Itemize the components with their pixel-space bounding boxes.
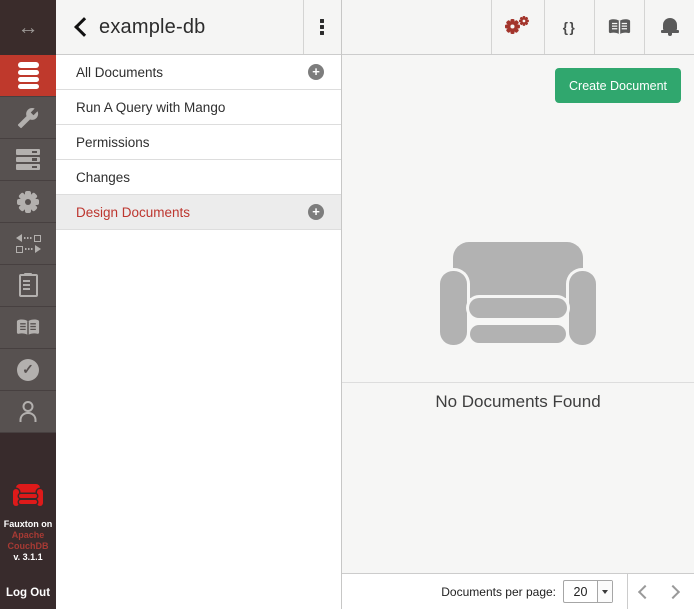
open-book-icon	[608, 18, 631, 36]
empty-state-divider	[342, 382, 694, 383]
database-options-menu-button[interactable]	[303, 0, 341, 54]
gears-icon	[505, 15, 532, 39]
couchdb-logo-icon	[13, 484, 43, 507]
sidebar-resize-toggle[interactable]: ↔	[0, 0, 56, 55]
primary-nav-strip: ↔ ✓	[0, 0, 56, 609]
nav-item-documentation[interactable]	[0, 307, 56, 349]
brand-version: v. 3.1.1	[0, 552, 56, 563]
nav-item-databases[interactable]	[0, 55, 56, 97]
per-page-label: Documents per page:	[441, 585, 556, 599]
add-design-document-button[interactable]: +	[308, 204, 324, 220]
open-book-icon	[16, 318, 40, 337]
braces-icon: {}	[563, 20, 577, 35]
nav-item-replication[interactable]	[0, 223, 56, 265]
nav-item-setup[interactable]	[0, 97, 56, 139]
json-button[interactable]: {}	[544, 0, 594, 54]
per-page-value: 20	[564, 581, 597, 602]
nav-item-configuration[interactable]	[0, 181, 56, 223]
database-sidebar: All Documents + Run A Query with Mango P…	[56, 55, 341, 609]
add-document-button[interactable]: +	[308, 64, 324, 80]
replication-icon	[16, 234, 41, 253]
sidebar-item-label: Changes	[76, 170, 130, 185]
sidebar-item-label: All Documents	[76, 65, 163, 80]
sidebar-item-label: Permissions	[76, 135, 150, 150]
logout-button[interactable]: Log Out	[0, 587, 56, 599]
sidebar-item-mango-query[interactable]: Run A Query with Mango	[56, 90, 341, 125]
brand-link-apache[interactable]: Apache	[0, 530, 56, 541]
wrench-icon	[17, 107, 39, 129]
task-list-icon	[16, 149, 40, 170]
nav-item-active-tasks[interactable]	[0, 139, 56, 181]
sidebar-item-all-documents[interactable]: All Documents +	[56, 55, 341, 90]
sidebar-item-design-documents[interactable]: Design Documents +	[56, 195, 341, 230]
gear-icon	[17, 191, 39, 213]
chevron-left-icon	[638, 584, 652, 598]
api-gears-button[interactable]	[491, 0, 544, 54]
notifications-button[interactable]	[644, 0, 694, 54]
documentation-button[interactable]	[594, 0, 644, 54]
previous-page-button[interactable]	[628, 574, 659, 610]
pagination-footer: Documents per page: 20	[342, 573, 694, 609]
documents-panel: Create Document No Documents Found Docum…	[342, 55, 694, 609]
database-icon	[18, 62, 39, 89]
clipboard-icon	[19, 274, 38, 297]
sidebar-item-label: Run A Query with Mango	[76, 100, 225, 115]
bell-icon	[661, 17, 679, 37]
page-title: example-db	[99, 0, 206, 54]
person-icon	[18, 401, 38, 422]
brand-prefix: Fauxton on	[0, 519, 56, 530]
per-page-select[interactable]: 20	[563, 580, 613, 603]
empty-state-message: No Documents Found	[342, 392, 694, 412]
brand-block: Fauxton on Apache CouchDB v. 3.1.1 Log O…	[0, 484, 56, 609]
top-header: example-db {}	[56, 0, 694, 55]
header-actions: {}	[491, 0, 694, 54]
back-button[interactable]	[66, 0, 98, 54]
chevron-right-icon	[666, 584, 680, 598]
sidebar-item-changes[interactable]: Changes	[56, 160, 341, 195]
sidebar-item-label: Design Documents	[76, 205, 190, 220]
nav-item-docs-clipboard[interactable]	[0, 265, 56, 307]
brand-link-couchdb[interactable]: CouchDB	[0, 541, 56, 552]
nav-item-verify[interactable]: ✓	[0, 349, 56, 391]
panel-separator	[341, 0, 342, 609]
next-page-button[interactable]	[659, 574, 690, 610]
sidebar-item-permissions[interactable]: Permissions	[56, 125, 341, 160]
kebab-menu-icon	[320, 19, 324, 35]
nav-item-account[interactable]	[0, 391, 56, 433]
empty-couch-icon	[440, 242, 596, 345]
create-document-button[interactable]: Create Document	[555, 68, 681, 103]
select-dropdown-arrow-icon[interactable]	[597, 581, 612, 602]
resize-arrows-icon: ↔	[18, 16, 39, 40]
check-circle-icon: ✓	[17, 359, 39, 381]
chevron-left-icon	[74, 17, 94, 37]
